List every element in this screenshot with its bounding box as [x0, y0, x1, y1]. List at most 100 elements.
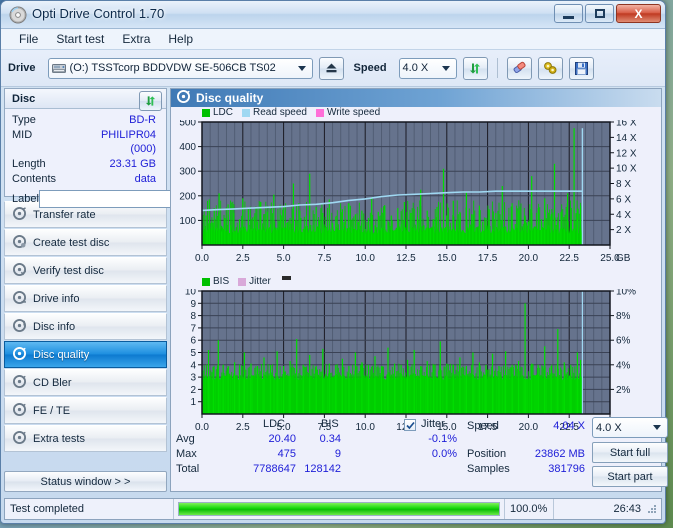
chevron-down-icon: [438, 60, 454, 77]
sidebar-item-extra-tests[interactable]: Extra tests: [4, 425, 167, 452]
svg-text:4%: 4%: [616, 360, 631, 371]
sidebar-item-disc-quality[interactable]: Disc quality: [4, 341, 167, 368]
stats-avg-bis: 0.34: [306, 433, 341, 445]
legend-read-speed: Read speed: [242, 107, 307, 118]
svg-text:2%: 2%: [616, 385, 631, 396]
speed-label: Speed: [354, 62, 387, 74]
legend-jitter: Jitter: [238, 276, 271, 287]
eraser-button[interactable]: [507, 57, 532, 80]
status-bar: Test completed 100.0% 26:43: [4, 498, 662, 520]
eject-button[interactable]: [319, 57, 344, 80]
svg-text:15.0: 15.0: [437, 253, 457, 264]
stats-max-ldc: 475: [246, 448, 296, 460]
svg-text:10%: 10%: [616, 289, 636, 298]
extra-tests-icon: [13, 431, 26, 447]
drive-select[interactable]: (O:) TSSTcorp BDDVDW SE-506CB TS02: [48, 58, 313, 79]
stats-total-bis: 128142: [299, 463, 341, 475]
disc-verify-icon: [13, 263, 26, 279]
disc-mid-value: PHILIPR04 (000): [74, 128, 159, 156]
disc-contents-value: data: [74, 172, 159, 186]
svg-text:5: 5: [190, 348, 196, 359]
svg-text:500: 500: [179, 120, 196, 129]
legend-swatch: [202, 109, 210, 117]
legend-bis: BIS: [202, 276, 229, 287]
sidebar-nav: Transfer rate Create test disc Verify te…: [4, 201, 167, 452]
svg-text:6 X: 6 X: [616, 194, 631, 205]
main-panel-title: Disc quality: [196, 91, 263, 105]
menu-item-extra[interactable]: Extra: [113, 30, 159, 48]
legend-label: Jitter: [249, 276, 271, 287]
minimize-button[interactable]: [554, 4, 583, 23]
disc-mid-key: MID: [12, 128, 74, 156]
jitter-label: Jitter: [421, 418, 445, 430]
disc-row-type: Type BD-R: [5, 112, 166, 127]
speed-select[interactable]: 4.0 X: [399, 58, 457, 79]
start-part-button[interactable]: Start part: [592, 466, 668, 487]
sidebar-label: Create test disc: [33, 237, 109, 249]
test-speed-select[interactable]: 4.0 X: [592, 417, 668, 438]
legend-swatch: [238, 278, 246, 286]
menu-item-file[interactable]: File: [10, 30, 47, 48]
sidebar-item-disc-info[interactable]: Disc info: [4, 313, 167, 340]
disc-refresh-button[interactable]: [139, 91, 162, 111]
menu-item-start-test[interactable]: Start test: [47, 30, 113, 48]
speed-select-value: 4.0 X: [403, 62, 429, 74]
svg-text:5.0: 5.0: [277, 253, 291, 264]
svg-text:6: 6: [190, 336, 196, 347]
svg-text:1: 1: [190, 397, 196, 408]
disc-length-value: 23.31 GB: [74, 157, 159, 171]
legend-write-speed: Write speed: [316, 107, 380, 118]
fe-te-icon: [13, 403, 26, 419]
status-window-button[interactable]: Status window > >: [4, 471, 167, 492]
disc-label-input[interactable]: [39, 190, 189, 208]
menu-item-help[interactable]: Help: [159, 30, 202, 48]
save-button[interactable]: [569, 57, 594, 80]
menu-bar: File Start test Extra Help: [1, 29, 665, 50]
sidebar-label: Transfer rate: [33, 209, 96, 221]
sidebar-label: Drive info: [33, 293, 79, 305]
tools-button[interactable]: [538, 57, 563, 80]
elapsed-time: 26:43: [554, 499, 646, 519]
sidebar-label: Extra tests: [33, 433, 85, 445]
maximize-button[interactable]: [585, 4, 614, 23]
disc-label-key: Label: [12, 193, 39, 205]
start-full-button[interactable]: Start full: [592, 442, 668, 463]
svg-text:10: 10: [185, 289, 197, 298]
sidebar-item-verify-test-disc[interactable]: Verify test disc: [4, 257, 167, 284]
drive-toolbar: Drive (O:) TSSTcorp BDDVDW SE-506CB TS02…: [1, 50, 665, 87]
app-window: Opti Drive Control 1.70 X File Start tes…: [0, 0, 666, 524]
sidebar-item-create-test-disc[interactable]: Create test disc: [4, 229, 167, 256]
jitter-checkbox[interactable]: [404, 419, 416, 431]
legend-label: LDC: [213, 107, 233, 118]
progress-fill: [179, 503, 499, 515]
drive-icon: [52, 62, 66, 75]
svg-text:GB: GB: [616, 253, 631, 264]
speed-stat-label: Speed: [467, 420, 499, 432]
disc-info-panel: Disc Type BD-R MID PHILIPR04 (000): [4, 88, 167, 197]
progress-bar: [178, 502, 500, 516]
stats-avg-ldc: 20.40: [246, 433, 296, 445]
ldc-plot[interactable]: 1002003004005002 X4 X6 X8 X10 X12 X14 X1…: [171, 120, 673, 272]
svg-text:16 X: 16 X: [616, 120, 637, 129]
toolbar-separator: [497, 58, 498, 78]
disc-type-value: BD-R: [74, 113, 159, 127]
sidebar-label: CD Bler: [33, 377, 72, 389]
disc-info-icon: [13, 319, 26, 335]
svg-text:8: 8: [190, 311, 196, 322]
sidebar-item-cd-bler[interactable]: CD Bler: [4, 369, 167, 396]
sidebar-item-drive-info[interactable]: Drive info: [4, 285, 167, 312]
sidebar-label: Disc info: [33, 321, 75, 333]
drive-select-value: (O:) TSSTcorp BDDVDW SE-506CB TS02: [70, 62, 276, 74]
svg-text:20.0: 20.0: [519, 253, 539, 264]
ldc-chart: LDC Read speed Write speed 1002003004005…: [171, 107, 673, 277]
resize-grip[interactable]: [646, 503, 658, 515]
close-button[interactable]: X: [616, 4, 661, 23]
status-divider: [173, 499, 174, 519]
window-buttons: X: [554, 4, 661, 23]
disc-row-mid: MID PHILIPR04 (000): [5, 127, 166, 156]
drive-info-icon: [13, 291, 26, 307]
main-panel-header: Disc quality: [171, 89, 661, 107]
refresh-button[interactable]: [463, 57, 488, 80]
position-stat-label: Position: [467, 448, 506, 460]
sidebar-item-fe-te[interactable]: FE / TE: [4, 397, 167, 424]
